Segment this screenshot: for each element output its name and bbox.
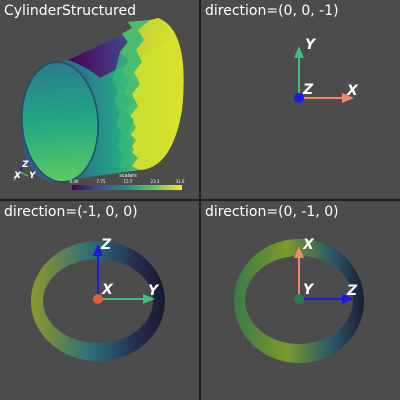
axis-label-up: Z: [100, 237, 112, 253]
viewport-direction-z[interactable]: direction=(0, 0, -1) Y X Z: [201, 0, 400, 199]
ring-scene: Z Y X: [30, 237, 165, 361]
cylinder-scene: Z X Y scalars 0.00 7.75 15.5 23.3 31.0: [13, 18, 185, 190]
axis-label-up: X: [302, 237, 315, 253]
ring-scene: X Z Y: [233, 237, 364, 363]
axes-actor: Y X Z: [294, 37, 359, 103]
render-window: CylinderStructured Z X Y scalars 0.00 7.…: [0, 0, 400, 400]
axis-label-center: Z: [302, 82, 314, 98]
scalar-bar-tick: 23.3: [151, 179, 160, 184]
scalar-bar-tick: 31.0: [176, 179, 185, 184]
axis-label-center: X: [101, 282, 114, 298]
scalar-bar-tick: 15.5: [124, 179, 133, 184]
mini-axis-z-label: Z: [21, 160, 29, 170]
viewport-divider-horizontal: [0, 199, 400, 201]
axis-label-center: Y: [303, 282, 315, 298]
viewport-cylinder[interactable]: CylinderStructured Z X Y scalars 0.00 7.…: [0, 0, 199, 199]
axis-label-right: Z: [346, 283, 358, 299]
scalar-bar-tick: 0.00: [70, 179, 79, 184]
scalar-bar-colormap: [72, 185, 182, 190]
axis-label-up: Y: [305, 37, 317, 53]
mini-axis-x-label: X: [13, 171, 22, 181]
viewport-direction-y[interactable]: direction=(0, -1, 0) X Z Y: [201, 201, 400, 400]
viewport-direction-x[interactable]: direction=(-1, 0, 0) Z Y X: [0, 201, 199, 400]
axis-label-right: X: [346, 83, 359, 99]
scalar-bar-tick: 7.75: [97, 179, 106, 184]
